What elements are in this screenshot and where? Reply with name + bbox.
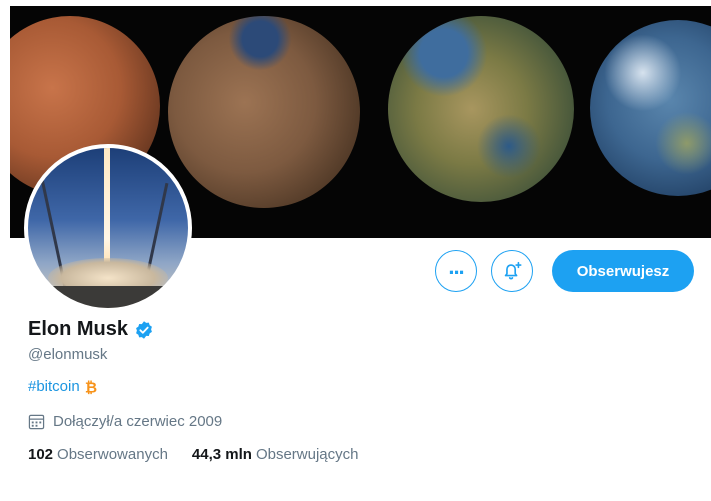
following-label: Obserwowanych bbox=[57, 446, 168, 463]
earth-planet-image bbox=[590, 20, 711, 196]
bitcoin-hashtag-link[interactable]: #bitcoin bbox=[28, 378, 80, 395]
svg-text:₿: ₿ bbox=[85, 379, 97, 395]
following-button[interactable]: Obserwujesz bbox=[552, 250, 694, 292]
profile-name-row: Elon Musk bbox=[28, 318, 154, 341]
terraformed-planet-image bbox=[168, 16, 360, 208]
profile-handle: @elonmusk bbox=[28, 346, 108, 363]
followers-stat[interactable]: 44,3 mln Obserwujących bbox=[192, 446, 359, 463]
follow-stats: 102 Obserwowanych 44,3 mln Obserwujących bbox=[28, 446, 359, 463]
notifications-button[interactable] bbox=[491, 250, 533, 292]
more-icon: ... bbox=[448, 254, 464, 279]
avatar[interactable] bbox=[24, 144, 192, 312]
bitcoin-icon: ₿ bbox=[85, 379, 97, 395]
followers-count: 44,3 mln bbox=[191, 446, 252, 463]
followers-label: Obserwujących bbox=[255, 446, 359, 463]
joined-date: Dołączył/a czerwiec 2009 bbox=[53, 413, 223, 430]
profile-bio: #bitcoin ₿ bbox=[28, 378, 99, 395]
following-stat[interactable]: 102 Obserwowanych bbox=[28, 446, 168, 463]
launch-pad bbox=[28, 286, 188, 308]
joined-date-row: Dołączył/a czerwiec 2009 bbox=[28, 413, 222, 430]
calendar-icon bbox=[28, 414, 45, 430]
following-count: 102 bbox=[28, 446, 54, 463]
bell-plus-icon bbox=[504, 261, 522, 280]
verified-badge-icon bbox=[136, 320, 152, 339]
earth-like-planet-image bbox=[388, 16, 574, 202]
more-button[interactable]: ... bbox=[435, 250, 477, 292]
profile-name: Elon Musk bbox=[28, 318, 129, 340]
